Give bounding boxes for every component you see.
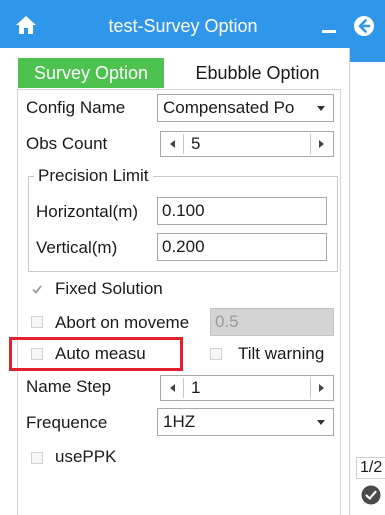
increment-icon[interactable] <box>310 378 331 398</box>
vertical-value: 0.200 <box>162 237 205 256</box>
check-circle-icon[interactable] <box>361 485 381 505</box>
frequence-value: 1HZ <box>163 412 196 431</box>
decrement-icon[interactable] <box>163 134 184 154</box>
name-step-value: 1 <box>191 378 201 397</box>
frequence-select[interactable]: 1HZ <box>157 408 334 436</box>
window-title: test-Survey Option <box>108 16 258 36</box>
name-step-stepper[interactable]: 1 <box>160 375 334 401</box>
home-icon[interactable] <box>14 14 38 36</box>
use-ppk-checkbox[interactable] <box>31 452 43 464</box>
vertical-label: Vertical(m) <box>36 238 118 257</box>
abort-on-movement-checkbox[interactable] <box>31 316 43 328</box>
obs-count-stepper[interactable]: 5 <box>160 131 334 157</box>
horizontal-value: 0.100 <box>162 201 205 220</box>
horizontal-label: Horizontal(m) <box>36 202 139 221</box>
precision-limit-title: Precision Limit <box>34 165 153 187</box>
use-ppk-label: usePPK <box>55 447 117 466</box>
minimize-icon[interactable] <box>322 30 336 33</box>
obs-count-label: Obs Count <box>26 134 108 153</box>
chevron-down-icon <box>317 420 325 425</box>
config-name-select[interactable]: Compensated Po <box>157 94 334 122</box>
tilt-warning-label: Tilt warning <box>238 344 325 363</box>
name-step-label: Name Step <box>26 377 112 396</box>
fixed-solution-label: Fixed Solution <box>55 279 163 298</box>
chevron-down-icon <box>317 106 325 111</box>
highlight-box <box>9 337 183 371</box>
config-name-value: Compensated Po <box>163 98 295 117</box>
obs-count-value: 5 <box>191 134 201 153</box>
increment-icon[interactable] <box>310 134 331 154</box>
config-name-label: Config Name <box>26 98 126 117</box>
tab-ebubble-option[interactable]: Ebubble Option <box>180 58 335 88</box>
back-arrow-icon[interactable] <box>353 15 375 37</box>
frequence-label: Frequence <box>26 413 108 432</box>
abort-threshold-input: 0.5 <box>210 308 334 336</box>
fixed-solution-checkbox[interactable] <box>31 283 43 295</box>
decrement-icon[interactable] <box>163 378 184 398</box>
tab-survey-option[interactable]: Survey Option <box>18 58 164 88</box>
abort-on-movement-label: Abort on moveme <box>55 313 190 332</box>
vertical-input[interactable]: 0.200 <box>157 233 327 261</box>
page-indicator[interactable]: 1/2 <box>356 457 385 479</box>
horizontal-input[interactable]: 0.100 <box>157 197 327 225</box>
abort-threshold-value: 0.5 <box>215 312 239 331</box>
checkmark-icon <box>32 285 42 294</box>
tilt-warning-checkbox[interactable] <box>210 348 222 360</box>
